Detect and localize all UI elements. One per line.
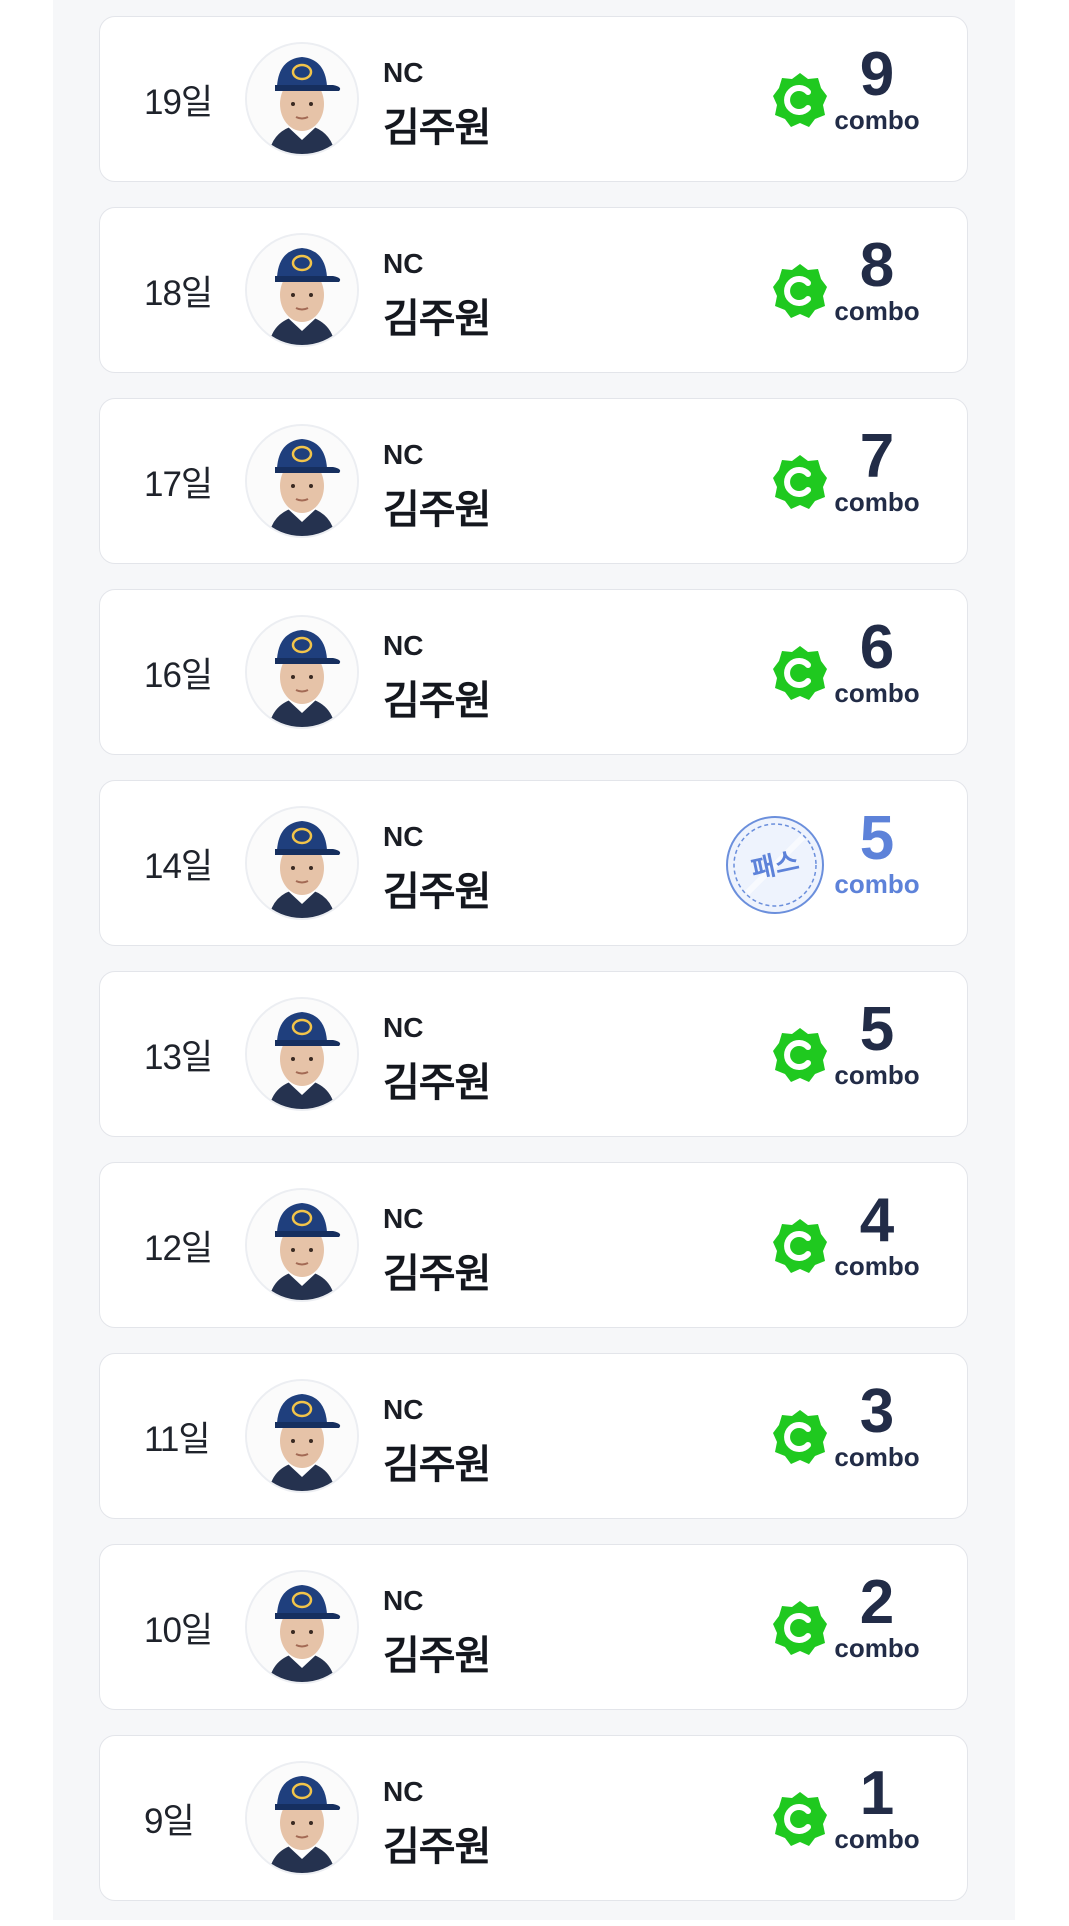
player-name: 김주원 [383,1061,491,1105]
green-c-badge-icon [773,73,827,127]
player-name: 김주원 [383,1634,491,1678]
green-c-badge-icon [773,264,827,318]
day-label: 12일 [144,1228,213,1268]
player-avatar [245,1570,359,1684]
combo-counter: 8 combo [822,231,932,326]
list-item[interactable]: 11일 NC 김주원 3 combo [99,1353,968,1519]
combo-counter: 9 combo [822,40,932,135]
combo-counter: 1 combo [822,1759,932,1854]
team-name: NC [383,1776,424,1807]
player-avatar [245,233,359,347]
day-label: 16일 [144,655,213,695]
team-name: NC [383,630,424,661]
combo-count: 1 [859,1759,895,1828]
combo-counter: 5 combo [822,804,932,899]
combo-counter: 2 combo [822,1568,932,1663]
combo-count: 4 [859,1186,895,1255]
player-name: 김주원 [383,1252,491,1296]
list-item[interactable]: 19일 NC 김주원 9 combo [99,16,968,182]
player-avatar [245,42,359,156]
list-item[interactable]: 9일 NC 김주원 1 combo [99,1735,968,1901]
team-name: NC [383,439,424,470]
combo-count: 6 [859,613,895,682]
day-label: 13일 [144,1037,213,1077]
combo-count: 2 [859,1568,895,1637]
list-item[interactable]: 13일 NC 김주원 5 combo [99,971,968,1137]
day-label: 17일 [144,464,213,504]
combo-label: combo [834,869,920,899]
combo-counter: 3 combo [822,1377,932,1472]
player-name: 김주원 [383,1825,491,1869]
green-c-badge-icon [773,1028,827,1082]
combo-count: 7 [859,422,895,491]
day-label: 10일 [144,1610,213,1650]
combo-count: 9 [859,40,895,109]
player-avatar [245,615,359,729]
combo-counter: 4 combo [822,1186,932,1281]
team-name: NC [383,821,424,852]
combo-label: combo [834,1633,920,1663]
green-c-badge-icon [773,646,827,700]
player-name: 김주원 [383,297,491,341]
combo-label: combo [834,1251,920,1281]
green-c-badge-icon [773,1792,827,1846]
combo-label: combo [834,296,920,326]
team-name: NC [383,1394,424,1425]
team-name: NC [383,1585,424,1616]
combo-history-list: 19일 NC 김주원 9 combo 18일 NC 김주원 8 combo 17… [99,16,970,1926]
combo-label: combo [834,678,920,708]
combo-counter: 5 combo [822,995,932,1090]
combo-count: 5 [859,995,895,1064]
list-item[interactable]: 10일 NC 김주원 2 combo [99,1544,968,1710]
player-name: 김주원 [383,488,491,532]
list-item[interactable]: 14일 NC 김주원 패스 5 combo [99,780,968,946]
day-label: 14일 [144,846,213,886]
team-name: NC [383,1012,424,1043]
green-c-badge-icon [773,455,827,509]
team-name: NC [383,1203,424,1234]
player-name: 김주원 [383,1443,491,1487]
pass-stamp-icon: 패스 [726,816,824,914]
combo-count: 5 [859,804,895,873]
player-name: 김주원 [383,106,491,150]
green-c-badge-icon [773,1410,827,1464]
combo-label: combo [834,487,920,517]
team-name: NC [383,57,424,88]
day-label: 11일 [144,1419,211,1459]
day-label: 9일 [144,1801,195,1841]
list-item[interactable]: 12일 NC 김주원 4 combo [99,1162,968,1328]
team-name: NC [383,248,424,279]
player-avatar [245,997,359,1111]
player-avatar [245,1379,359,1493]
player-avatar [245,806,359,920]
list-item[interactable]: 18일 NC 김주원 8 combo [99,207,968,373]
green-c-badge-icon [773,1601,827,1655]
player-avatar [245,1188,359,1302]
green-c-badge-icon [773,1219,827,1273]
player-avatar [245,424,359,538]
combo-counter: 7 combo [822,422,932,517]
combo-count: 8 [859,231,895,300]
list-item[interactable]: 16일 NC 김주원 6 combo [99,589,968,755]
combo-label: combo [834,105,920,135]
player-name: 김주원 [383,679,491,723]
list-item[interactable]: 17일 NC 김주원 7 combo [99,398,968,564]
combo-label: combo [834,1824,920,1854]
combo-counter: 6 combo [822,613,932,708]
player-name: 김주원 [383,870,491,914]
combo-label: combo [834,1442,920,1472]
combo-count: 3 [859,1377,895,1446]
player-avatar [245,1761,359,1875]
combo-label: combo [834,1060,920,1090]
day-label: 18일 [144,273,213,313]
day-label: 19일 [144,82,213,122]
